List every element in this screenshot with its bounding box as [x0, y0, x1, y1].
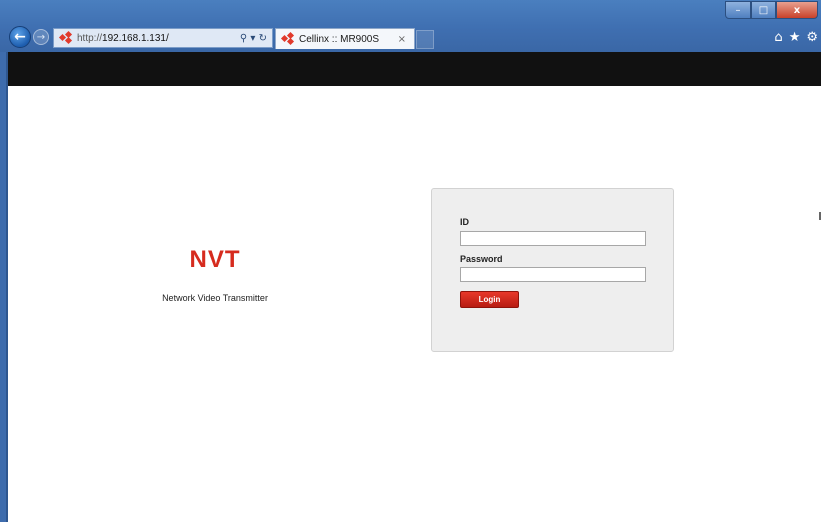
back-arrow-icon: ←: [14, 29, 26, 45]
tab-favicon-icon: [280, 31, 295, 46]
window-controls: – □ x: [725, 1, 818, 19]
tab-title: Cellinx :: MR900S: [299, 33, 380, 45]
site-favicon-icon: [58, 30, 73, 45]
url-prefix: http://: [77, 32, 103, 44]
forward-arrow-icon: →: [36, 31, 46, 43]
tab-close-icon[interactable]: ×: [398, 34, 406, 45]
password-label: Password: [460, 254, 503, 264]
login-button[interactable]: Login: [460, 291, 519, 308]
home-icon[interactable]: ⌂: [774, 30, 782, 45]
url-host: 192.168.1.131/: [102, 32, 169, 44]
search-refresh-icons[interactable]: ⚲ ▾ ↻: [240, 33, 267, 44]
brand-title: NVT: [189, 246, 241, 273]
id-input[interactable]: [460, 231, 646, 246]
new-tab-button[interactable]: [416, 30, 434, 49]
brand-subtitle: Network Video Transmitter: [162, 293, 268, 303]
window-border-left: [0, 52, 8, 522]
id-label: ID: [460, 217, 469, 227]
browser-toolbar-icons: ⌂ ★ ⚙: [774, 30, 818, 45]
brand-block: NVT: [140, 246, 290, 274]
minimize-button[interactable]: –: [725, 1, 751, 19]
favorites-star-icon[interactable]: ★: [789, 30, 801, 45]
url-text[interactable]: http://192.168.1.131/: [77, 33, 169, 44]
maximize-button[interactable]: □: [751, 1, 776, 19]
address-bar[interactable]: http://192.168.1.131/ ⚲ ▾ ↻: [53, 28, 273, 48]
password-input[interactable]: [460, 267, 646, 282]
tools-gear-icon[interactable]: ⚙: [806, 30, 818, 45]
close-window-button[interactable]: x: [776, 1, 818, 19]
page-header-bar: [8, 52, 821, 86]
forward-button[interactable]: →: [33, 29, 49, 45]
back-button[interactable]: ←: [9, 26, 31, 48]
login-panel: ID Password Login: [431, 188, 674, 352]
tab-cellinx[interactable]: Cellinx :: MR900S ×: [275, 28, 415, 49]
